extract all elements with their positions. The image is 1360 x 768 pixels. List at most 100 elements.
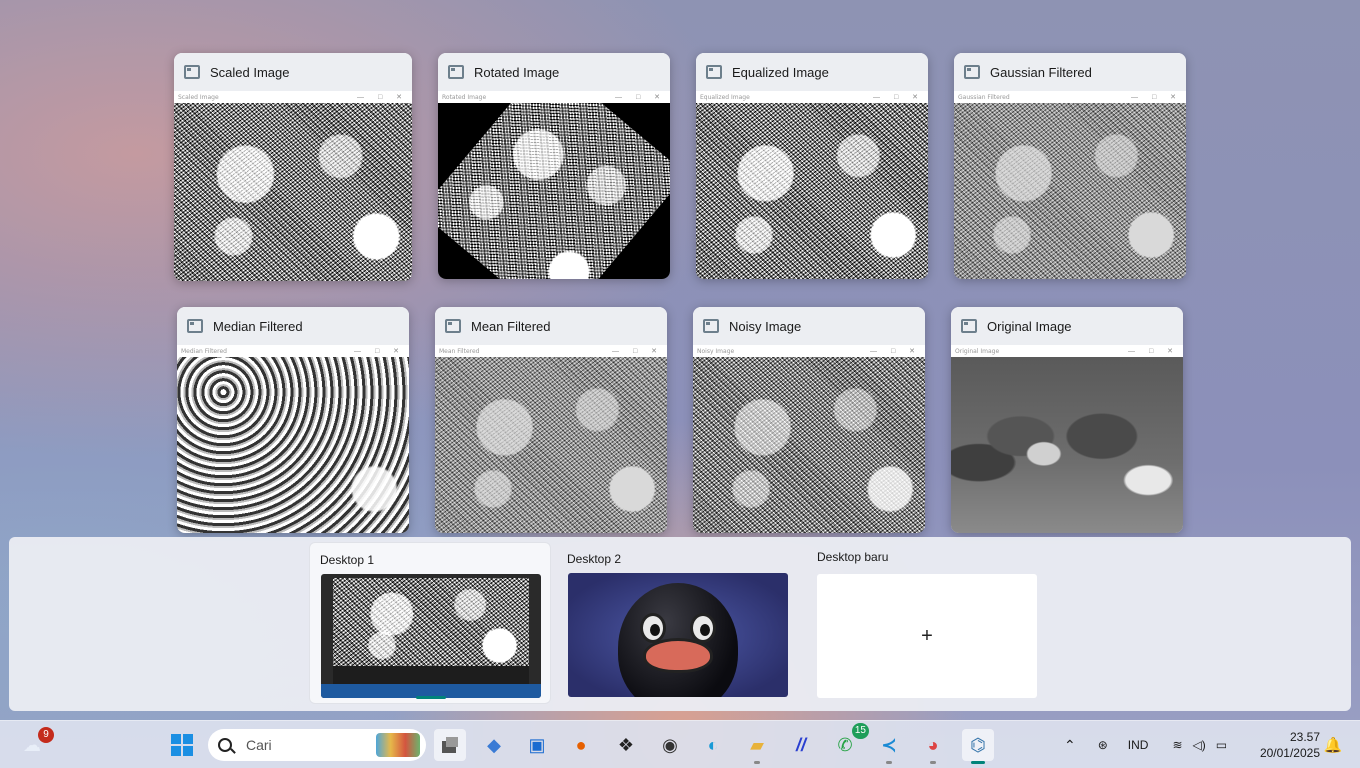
- desktop-2[interactable]: Desktop 2: [557, 542, 799, 704]
- inner-window-bar: Rotated Image — □ ✕: [438, 91, 670, 103]
- median-image-content: [177, 357, 409, 533]
- penguin-left-eye: [640, 613, 666, 643]
- inner-window-controls: — □ ✕: [357, 94, 408, 101]
- window-title: Rotated Image: [474, 64, 560, 80]
- running-indicator: [930, 761, 936, 764]
- inner-window-bar: Scaled Image — □ ✕: [174, 91, 412, 103]
- vscode-button[interactable]: ≺: [873, 729, 905, 764]
- whatsapp-button[interactable]: ✆ 15: [829, 723, 869, 761]
- chrome-button[interactable]: ◕: [917, 729, 949, 764]
- dropbox-button[interactable]: ❖: [610, 729, 642, 761]
- app-avatar-button[interactable]: ◉: [654, 729, 686, 761]
- window-titlebar[interactable]: Scaled Image: [174, 53, 412, 91]
- window-titlebar[interactable]: Equalized Image: [696, 53, 928, 91]
- folder-icon: ▰: [750, 734, 764, 755]
- window-gaussian-filtered[interactable]: Gaussian Filtered Gaussian Filtered — □ …: [954, 53, 1186, 279]
- desktop-1-label: Desktop 1: [320, 553, 375, 567]
- gaussian-image-content: [954, 103, 1186, 279]
- notifications-button[interactable]: 🔔: [1320, 729, 1346, 761]
- weather-widget[interactable]: ☁ 9: [16, 727, 54, 761]
- chevron-up-icon[interactable]: ⌃: [1064, 737, 1076, 754]
- window-titlebar[interactable]: Gaussian Filtered: [954, 53, 1186, 91]
- inner-window-bar: Mean Filtered — □ ✕: [435, 345, 667, 357]
- edge-icon: ◐: [707, 734, 719, 755]
- window-title: Mean Filtered: [471, 318, 551, 334]
- inner-window-title: Median Filtered: [181, 347, 227, 355]
- window-noisy-image[interactable]: Noisy Image Noisy Image — □ ✕: [693, 307, 925, 533]
- window-titlebar[interactable]: Median Filtered: [177, 307, 409, 345]
- inner-window-controls: — □ ✕: [870, 348, 921, 355]
- task-view-button[interactable]: [434, 729, 466, 761]
- slash-app-button[interactable]: //: [785, 729, 817, 761]
- task-view-icon: [442, 737, 458, 753]
- desktop-1-preview-terminal: [333, 666, 529, 684]
- taskbar: ☁ 9 Cari ◆ ▣ ● ❖ ◉ ◐ ▰ // ✆ 15 ≺ ◕ ⌬ ⌃ ⊛…: [0, 720, 1360, 768]
- file-explorer-button[interactable]: ▰: [741, 729, 773, 764]
- python-icon: ⌬: [970, 734, 986, 755]
- whatsapp-badge: 15: [851, 723, 869, 739]
- dropbox-icon: ❖: [617, 734, 635, 755]
- store-icon: ▣: [528, 734, 546, 755]
- system-tray: ⌃ ⊛ IND ≋ ◁) ▭: [1064, 729, 1227, 761]
- inner-window-bar: Original Image — □ ✕: [951, 345, 1183, 357]
- inner-window-controls: — □ ✕: [354, 348, 405, 355]
- inner-window-controls: — □ ✕: [612, 348, 663, 355]
- battery-icon[interactable]: ▭: [1216, 738, 1227, 752]
- noisy-image-content: [693, 357, 925, 533]
- search-placeholder: Cari: [246, 737, 272, 753]
- clock[interactable]: 23.57 20/01/2025: [1260, 729, 1320, 761]
- desktop-1-preview-windows: [333, 578, 529, 668]
- scaled-image-content: [174, 103, 412, 281]
- window-title: Noisy Image: [729, 318, 802, 334]
- window-scaled-image[interactable]: Scaled Image Scaled Image — □ ✕: [174, 53, 412, 281]
- window-titlebar[interactable]: Noisy Image: [693, 307, 925, 345]
- inner-window-controls: — □ ✕: [873, 94, 924, 101]
- window-rotated-image[interactable]: Rotated Image Rotated Image — □ ✕: [438, 53, 670, 279]
- network-status-icon[interactable]: ⊛: [1098, 738, 1108, 752]
- app-window-icon: [961, 319, 977, 333]
- whatsapp-icon: ✆: [837, 734, 853, 755]
- window-title: Original Image: [987, 318, 1072, 334]
- window-title: Median Filtered: [213, 318, 303, 334]
- language-indicator[interactable]: IND: [1128, 738, 1149, 752]
- python-button[interactable]: ⌬: [962, 729, 994, 764]
- desktop-2-wallpaper-penguin: [618, 583, 738, 697]
- desktop-1-thumbnail[interactable]: [321, 574, 541, 698]
- vscode-icon: ≺: [881, 734, 897, 755]
- equalized-image-content: [696, 103, 928, 279]
- clock-date: 20/01/2025: [1259, 746, 1320, 760]
- edge-button[interactable]: ◐: [697, 729, 729, 761]
- desktop-1[interactable]: Desktop 1: [309, 542, 551, 704]
- active-desktop-indicator: [416, 696, 446, 699]
- running-indicator: [754, 761, 760, 764]
- weather-badge: 9: [38, 727, 54, 743]
- desktop-2-thumbnail[interactable]: [568, 573, 788, 697]
- copilot-button[interactable]: ◆: [478, 729, 510, 761]
- window-median-filtered[interactable]: Median Filtered Median Filtered — □ ✕: [177, 307, 409, 533]
- start-button[interactable]: [166, 729, 198, 761]
- volume-icon[interactable]: ◁): [1193, 738, 1206, 752]
- window-titlebar[interactable]: Rotated Image: [438, 53, 670, 91]
- window-equalized-image[interactable]: Equalized Image Equalized Image — □ ✕: [696, 53, 928, 279]
- window-mean-filtered[interactable]: Mean Filtered Mean Filtered — □ ✕: [435, 307, 667, 533]
- window-titlebar[interactable]: Mean Filtered: [435, 307, 667, 345]
- wifi-icon[interactable]: ≋: [1172, 738, 1182, 752]
- app-window-icon: [184, 65, 200, 79]
- plus-icon: +: [921, 624, 933, 647]
- window-titlebar[interactable]: Original Image: [951, 307, 1183, 345]
- hashtag-app-icon: //: [795, 734, 806, 755]
- inner-window-bar: Gaussian Filtered — □ ✕: [954, 91, 1186, 103]
- search-highlight-icon: [376, 733, 420, 757]
- inner-window-controls: — □ ✕: [615, 94, 666, 101]
- window-title: Scaled Image: [210, 64, 290, 80]
- taskbar-search[interactable]: Cari: [208, 729, 426, 761]
- inner-window-title: Scaled Image: [178, 93, 219, 101]
- store-button[interactable]: ▣: [521, 729, 553, 761]
- bell-icon: 🔔: [1323, 737, 1343, 754]
- new-desktop-button[interactable]: +: [817, 574, 1037, 698]
- rotated-image-content: [438, 103, 670, 279]
- window-original-image[interactable]: Original Image Original Image — □ ✕: [951, 307, 1183, 533]
- firefox-button[interactable]: ●: [565, 729, 597, 761]
- original-image-content: [951, 357, 1183, 533]
- window-title: Equalized Image: [732, 64, 829, 80]
